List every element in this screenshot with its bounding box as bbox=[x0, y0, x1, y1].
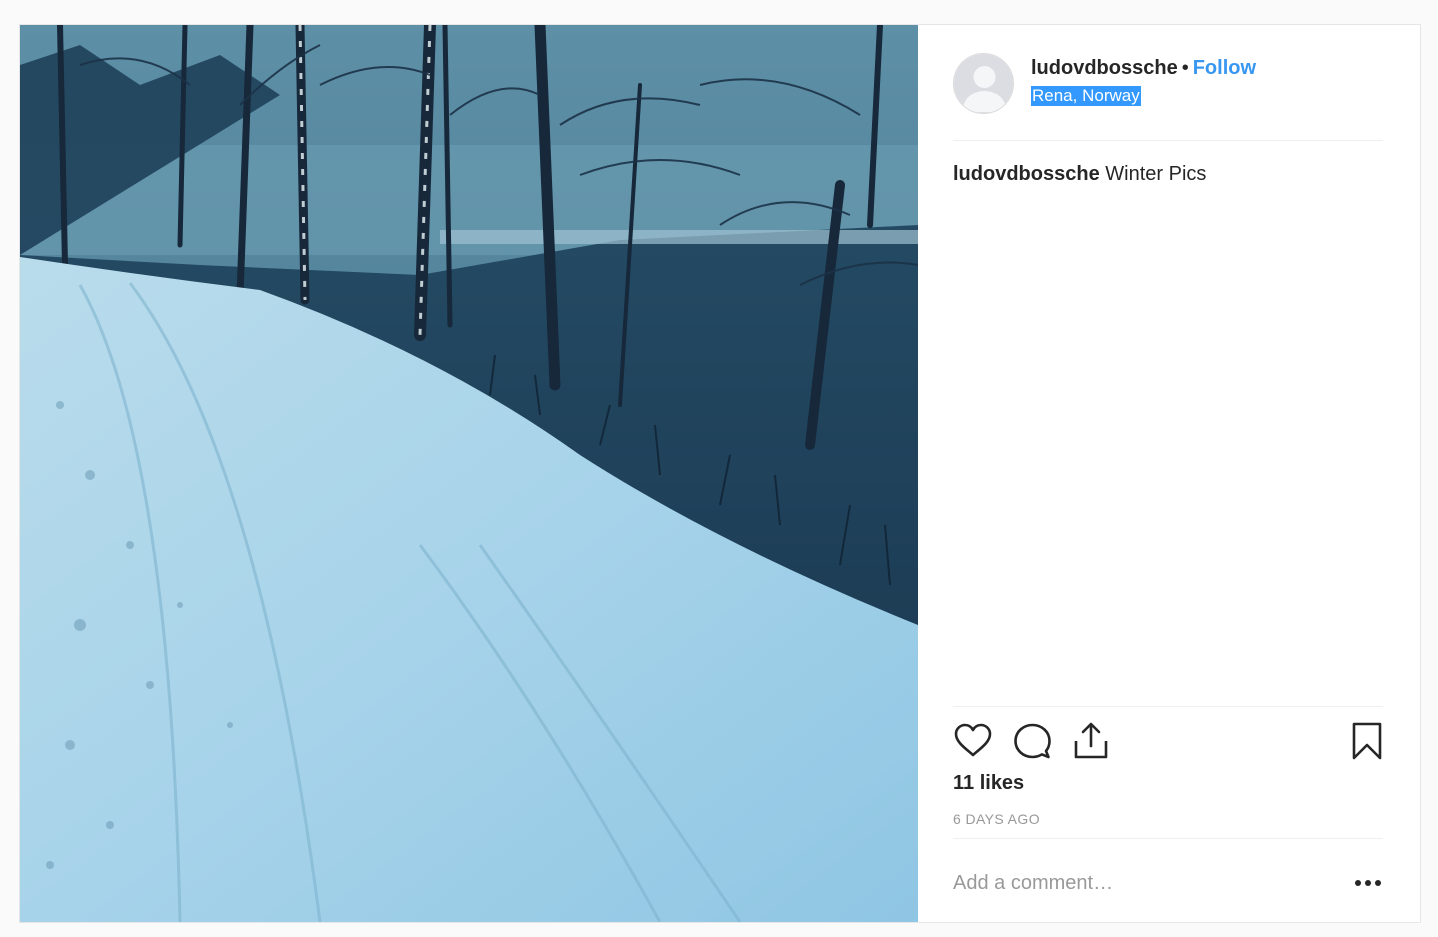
comment-input[interactable] bbox=[953, 865, 1323, 901]
caption-username[interactable]: ludovdbossche bbox=[953, 163, 1100, 185]
post-timestamp[interactable]: 6 DAYS AGO bbox=[953, 811, 1040, 827]
bookmark-icon[interactable] bbox=[1347, 721, 1387, 761]
post-card: ludovdbossche • Follow Rena, Norway ludovd… bbox=[19, 24, 1421, 923]
header-text: ludovdbossche • Follow Rena, Norway bbox=[1031, 57, 1256, 106]
likes-count[interactable]: 11 likes bbox=[953, 772, 1024, 795]
action-bar bbox=[953, 706, 1383, 760]
default-avatar-icon[interactable] bbox=[953, 53, 1014, 114]
post-photo[interactable] bbox=[20, 25, 918, 922]
comment-bar bbox=[953, 838, 1383, 922]
post-sidebar: ludovdbossche • Follow Rena, Norway ludovd… bbox=[918, 25, 1420, 922]
caption-text: Winter Pics bbox=[1099, 163, 1207, 185]
share-icon[interactable] bbox=[1071, 721, 1111, 761]
winter-scene-image bbox=[20, 25, 918, 922]
speech-bubble-icon[interactable] bbox=[1012, 721, 1052, 761]
separator-dot: • bbox=[1181, 57, 1189, 79]
post-caption: ludovdbossche Winter Pics bbox=[953, 163, 1206, 186]
follow-button[interactable]: Follow bbox=[1193, 57, 1256, 79]
post-header: ludovdbossche • Follow Rena, Norway bbox=[953, 53, 1383, 141]
username-link[interactable]: ludovdbossche bbox=[1031, 57, 1178, 79]
location-link[interactable]: Rena, Norway bbox=[1031, 86, 1141, 106]
heart-icon[interactable] bbox=[953, 721, 993, 761]
more-options-icon[interactable] bbox=[1353, 869, 1383, 897]
